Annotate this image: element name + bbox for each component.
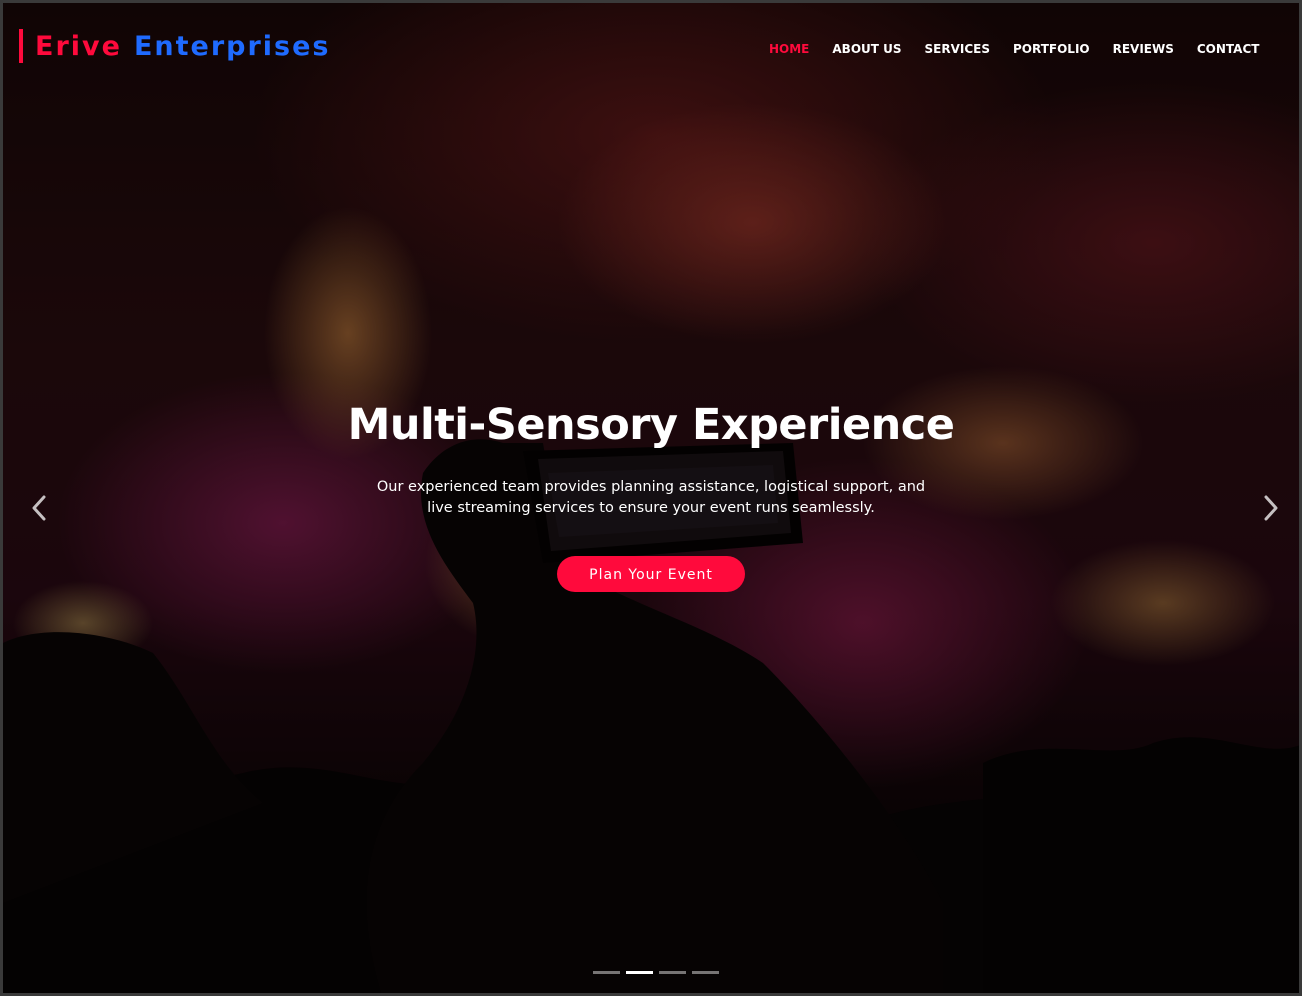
nav-item-home[interactable]: HOME — [769, 42, 809, 56]
hero-description: Our experienced team provides planning a… — [376, 479, 926, 516]
hero-title: Multi-Sensory Experience — [347, 400, 955, 450]
nav-item-reviews[interactable]: REVIEWS — [1113, 42, 1174, 56]
nav-item-contact[interactable]: CONTACT — [1197, 42, 1260, 56]
brand-name-second: Enterprises — [133, 30, 331, 62]
nav-item-services[interactable]: SERVICES — [925, 42, 990, 56]
page: Erive Enterprises HOME ABOUT US SERVICES… — [0, 0, 1302, 996]
carousel-next-button[interactable] — [1251, 488, 1291, 528]
main-nav: HOME ABOUT US SERVICES PORTFOLIO REVIEWS… — [769, 42, 1259, 56]
nav-item-about-us[interactable]: ABOUT US — [832, 42, 901, 56]
plan-your-event-button[interactable]: Plan Your Event — [557, 556, 745, 592]
carousel-prev-button[interactable] — [21, 488, 61, 528]
carousel-indicator[interactable] — [626, 971, 653, 974]
site-header: Erive Enterprises HOME ABOUT US SERVICES… — [3, 3, 1299, 93]
brand-logo[interactable]: Erive Enterprises — [19, 29, 331, 63]
carousel-indicators — [593, 971, 719, 974]
carousel-indicator[interactable] — [593, 971, 620, 974]
nav-item-portfolio[interactable]: PORTFOLIO — [1013, 42, 1090, 56]
chevron-left-icon — [32, 495, 46, 521]
chevron-right-icon — [1264, 495, 1278, 521]
carousel-indicator[interactable] — [659, 971, 686, 974]
hero-caption: Multi-Sensory Experience Our experienced… — [3, 395, 1299, 592]
carousel-indicator[interactable] — [692, 971, 719, 974]
brand-name-first: Erive — [35, 30, 122, 62]
